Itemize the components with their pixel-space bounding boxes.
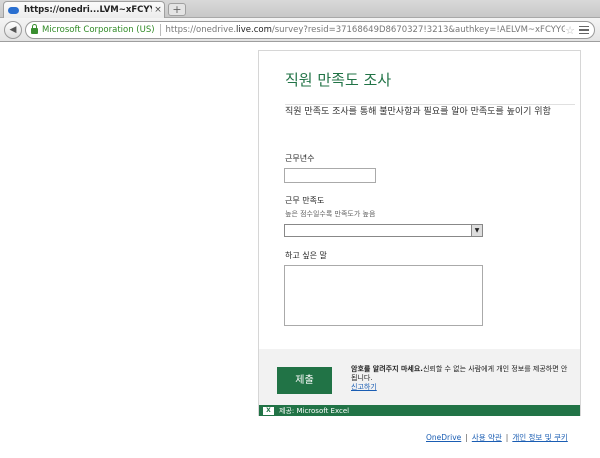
question-satisfaction-label: 근무 만족도 <box>285 196 325 205</box>
report-link[interactable]: 신고하기 <box>351 383 377 391</box>
tab-close-icon[interactable]: × <box>152 5 164 15</box>
question-years-label: 근무년수 <box>285 154 315 163</box>
excel-brand-bar: X 제공: Microsoft Excel <box>259 405 580 416</box>
tab-title: https://onedri...LVM~xFCYYG3x8 <box>24 5 152 15</box>
address-bar[interactable]: Microsoft Corporation (US) https://onedr… <box>25 21 595 39</box>
privacy-link[interactable]: 개인 정보 및 쿠키 <box>512 432 567 443</box>
submit-area: 제출 암호를 알려주지 마세요.신뢰할 수 없는 사람에게 개인 정보를 제공하… <box>259 349 580 405</box>
comment-textarea[interactable] <box>284 265 483 326</box>
onedrive-link[interactable]: OneDrive <box>426 433 461 442</box>
submit-button[interactable]: 제출 <box>277 367 332 394</box>
site-identity: Microsoft Corporation (US) <box>42 25 155 35</box>
browser-tab[interactable]: https://onedri...LVM~xFCYYG3x8 × <box>3 1 165 18</box>
footer-separator: | <box>465 433 468 442</box>
footer-links: OneDrive | 사용 약관 | 개인 정보 및 쿠키 <box>426 432 568 443</box>
survey-title: 직원 만족도 조사 <box>285 71 392 89</box>
footer-separator: | <box>505 433 509 442</box>
terms-link[interactable]: 사용 약관 <box>472 432 502 443</box>
survey-form: 직원 만족도 조사 직원 만족도 조사를 통해 불만사항과 필요를 알아 만족도… <box>258 50 581 416</box>
address-divider <box>159 24 161 36</box>
excel-icon: X <box>263 406 274 415</box>
browser-toolbar: ◀ Microsoft Corporation (US) https://one… <box>0 18 600 42</box>
back-arrow-icon[interactable]: ◀ <box>4 21 22 39</box>
question-satisfaction-hint: 높은 점수일수록 만족도가 높음 <box>285 210 376 218</box>
brand-text: 제공: Microsoft Excel <box>279 406 350 415</box>
star-icon[interactable]: ☆ <box>565 24 575 37</box>
years-input[interactable] <box>284 168 376 183</box>
satisfaction-select[interactable]: ▼ <box>284 224 483 237</box>
menu-icon[interactable] <box>579 25 589 35</box>
url-text: https://onedrive.live.com/survey?resid=3… <box>165 25 566 35</box>
cloud-icon <box>8 6 19 14</box>
lock-icon <box>31 24 38 34</box>
survey-description: 직원 만족도 조사를 통해 불만사항과 필요를 알아 만족도를 높이기 위함 <box>285 104 575 119</box>
chevron-down-icon: ▼ <box>471 225 482 236</box>
question-comment-label: 하고 싶은 말 <box>285 251 327 260</box>
tab-strip: https://onedri...LVM~xFCYYG3x8 × + <box>0 0 600 18</box>
password-warning: 암호를 알려주지 마세요.신뢰할 수 없는 사람에게 개인 정보를 제공하면 안… <box>351 365 568 391</box>
new-tab-button[interactable]: + <box>168 3 186 16</box>
